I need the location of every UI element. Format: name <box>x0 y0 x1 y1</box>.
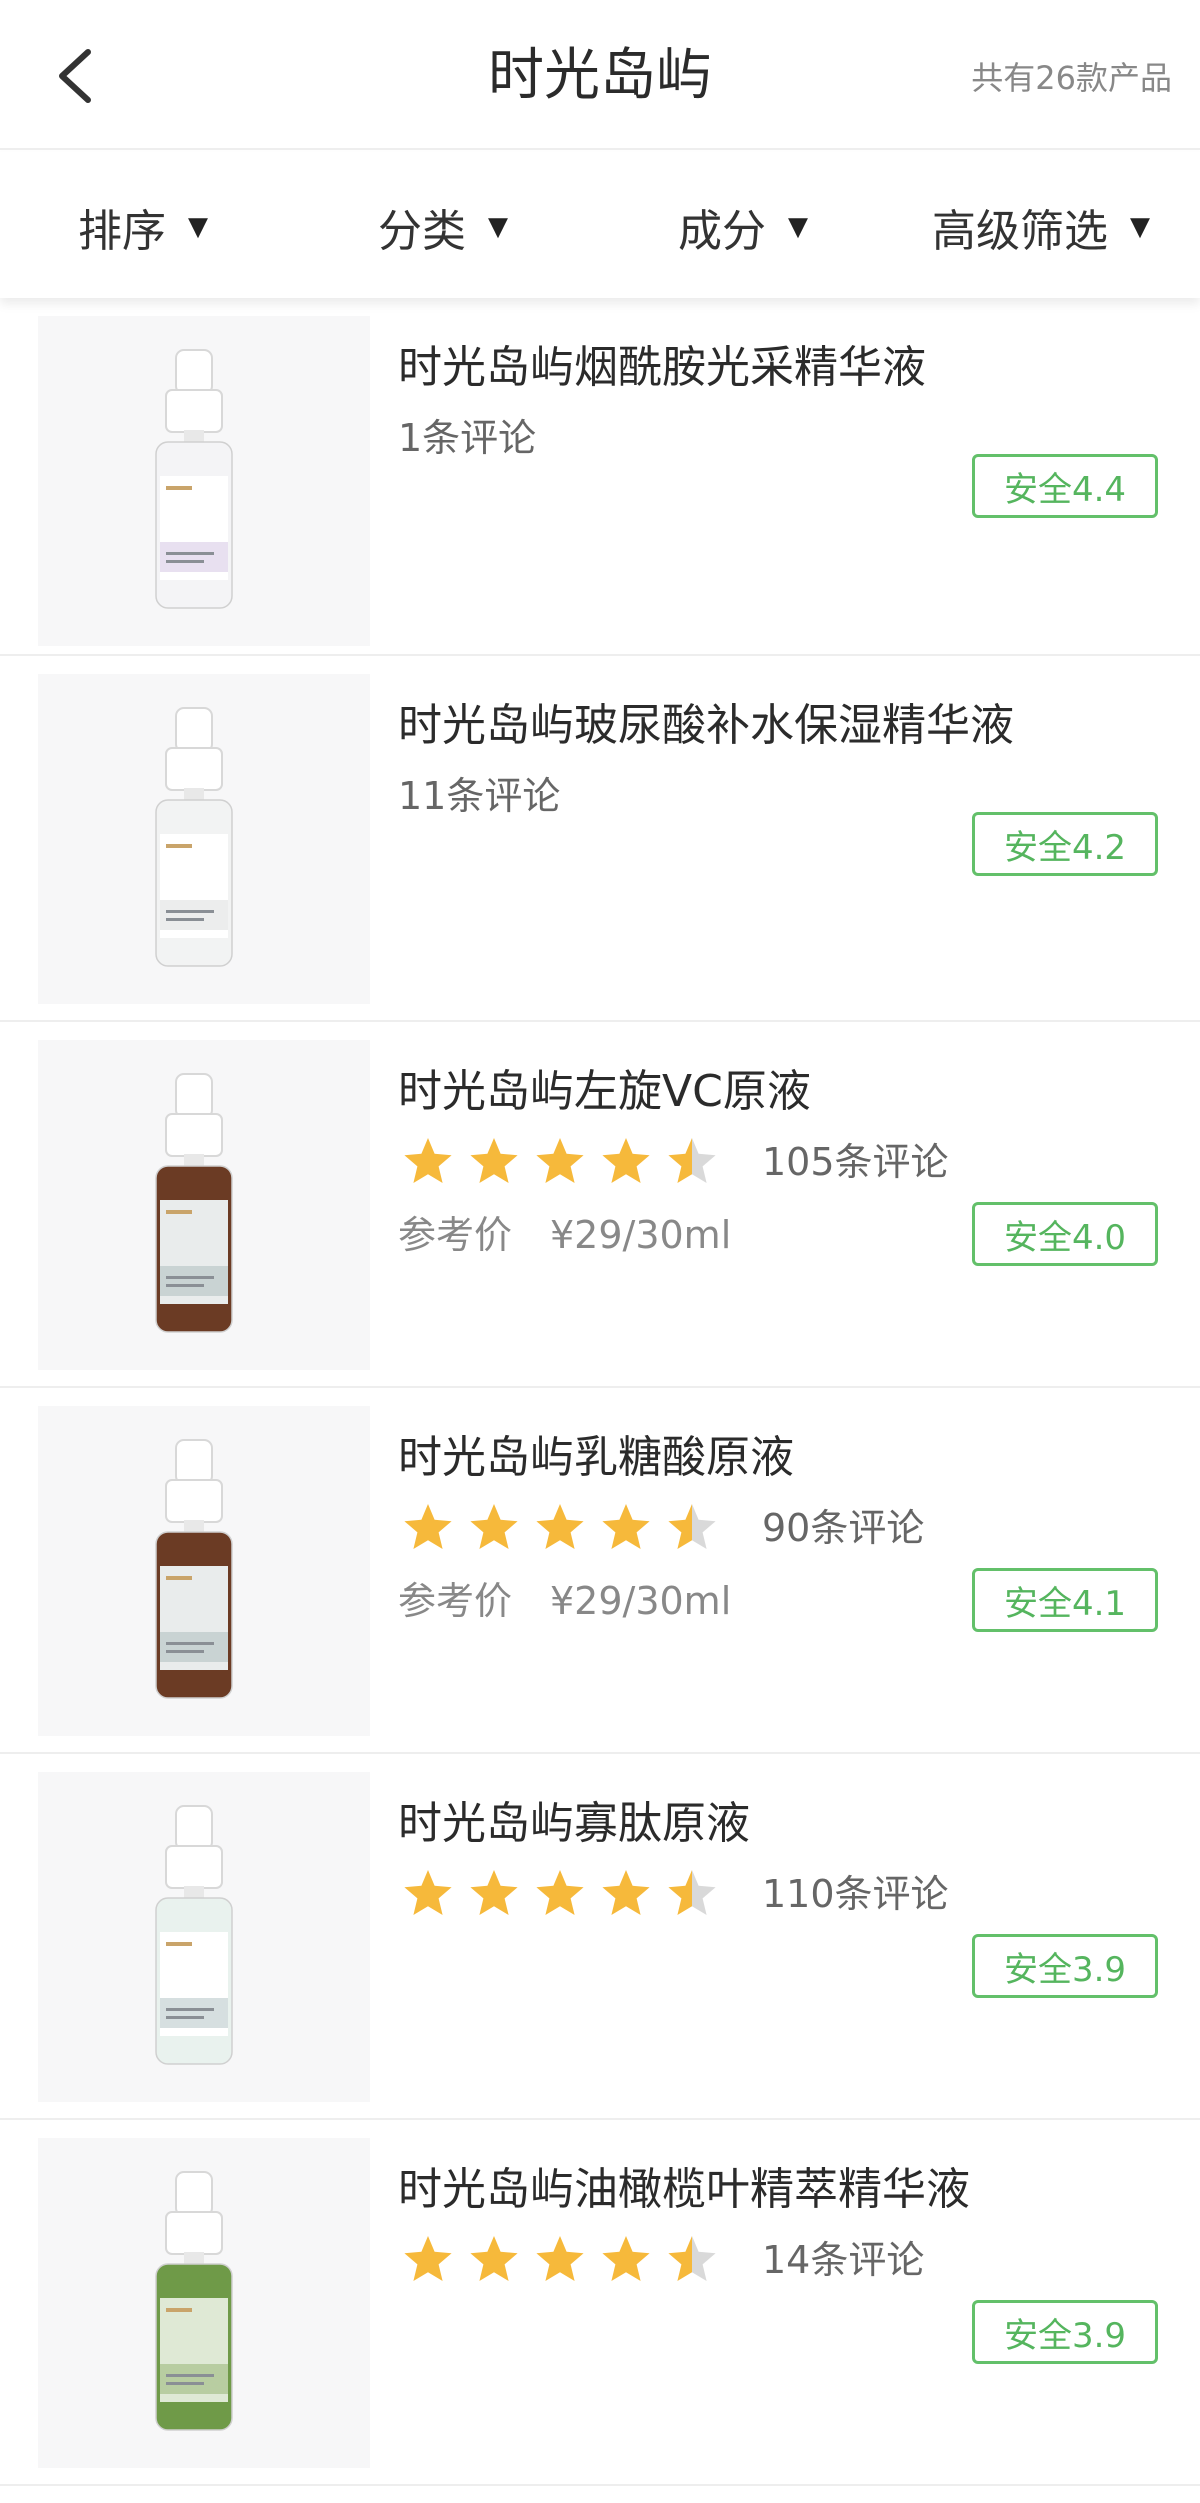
product-item[interactable]: 时光岛屿油橄榄叶精萃精华液 14条评论安全3.9 <box>0 2120 1200 2486</box>
safety-badge: 安全3.9 <box>972 1934 1158 1998</box>
filter-advanced[interactable]: 高级筛选 ▼ <box>932 192 1150 262</box>
review-count: 105条评论 <box>762 1140 949 1184</box>
star-icon <box>536 2236 584 2281</box>
review-count: 14条评论 <box>762 2238 925 2282</box>
star-icon <box>668 1138 716 1183</box>
caret-down-icon: ▼ <box>1130 212 1150 242</box>
star-icon <box>668 2236 716 2281</box>
star-icon <box>404 1870 452 1915</box>
safety-badge: 安全3.9 <box>972 2300 1158 2364</box>
product-image <box>38 1040 370 1370</box>
filter-label: 排序 <box>78 206 166 257</box>
product-item[interactable]: 时光岛屿玻尿酸补水保湿精华液 11条评论安全4.2 <box>0 656 1200 1022</box>
filter-label: 高级筛选 <box>932 206 1108 257</box>
filter-bar: 排序 ▼ 分类 ▼ 成分 ▼ 高级筛选 ▼ <box>0 152 1200 298</box>
star-icon <box>602 1870 650 1915</box>
star-icon <box>602 1138 650 1183</box>
product-name[interactable]: 时光岛屿乳糖酸原液 <box>398 1428 794 1488</box>
product-count: 共有26款产品 <box>971 59 1172 97</box>
product-image <box>38 1772 370 2102</box>
star-icon <box>602 1504 650 1549</box>
caret-down-icon: ▼ <box>788 212 808 242</box>
filter-label: 成分 <box>678 206 766 257</box>
review-count: 11条评论 <box>398 774 561 818</box>
caret-down-icon: ▼ <box>188 212 208 242</box>
product-name[interactable]: 时光岛屿玻尿酸补水保湿精华液 <box>398 696 1014 756</box>
product-item[interactable]: 时光岛屿乳糖酸原液 90条评论参考价 ¥29/30ml 安全4.1 <box>0 1388 1200 1754</box>
star-icon <box>470 1138 518 1183</box>
star-icon <box>470 1870 518 1915</box>
review-count: 90条评论 <box>762 1506 925 1550</box>
star-icon <box>668 1870 716 1915</box>
reference-price: ¥29/30ml <box>550 1213 732 1257</box>
star-icon <box>404 1138 452 1183</box>
filter-category[interactable]: 分类 ▼ <box>378 192 508 262</box>
star-icon <box>536 1504 584 1549</box>
product-name[interactable]: 时光岛屿油橄榄叶精萃精华液 <box>398 2160 970 2220</box>
caret-down-icon: ▼ <box>488 212 508 242</box>
filter-label: 分类 <box>378 206 466 257</box>
product-item[interactable]: 时光岛屿烟酰胺光采精华液 1条评论安全4.4 <box>0 298 1200 656</box>
star-icon <box>602 2236 650 2281</box>
product-name[interactable]: 时光岛屿寡肽原液 <box>398 1794 750 1854</box>
reference-price: ¥29/30ml <box>550 1579 732 1623</box>
product-image <box>38 316 370 646</box>
safety-badge: 安全4.2 <box>972 812 1158 876</box>
review-count: 1条评论 <box>398 416 537 460</box>
star-icon <box>470 1504 518 1549</box>
star-icon <box>404 2236 452 2281</box>
price-label: 参考价 <box>398 1579 513 1623</box>
app-header: 时光岛屿 共有26款产品 <box>0 0 1200 150</box>
filter-sort[interactable]: 排序 ▼ <box>78 192 208 262</box>
product-list: 时光岛屿烟酰胺光采精华液 1条评论安全4.4 时光岛屿玻尿酸补水保湿精华液 11条评论… <box>0 298 1200 2486</box>
star-icon <box>668 1504 716 1549</box>
rating-stars <box>400 2230 730 2290</box>
rating-stars <box>400 1498 730 1558</box>
safety-badge: 安全4.1 <box>972 1568 1158 1632</box>
star-icon <box>470 2236 518 2281</box>
rating-stars <box>400 1132 730 1192</box>
price-label: 参考价 <box>398 1213 513 1257</box>
product-image <box>38 2138 370 2468</box>
product-name[interactable]: 时光岛屿左旋VC原液 <box>398 1062 811 1122</box>
product-item[interactable]: 时光岛屿左旋VC原液 105条评论参考价 ¥29/30ml 安全4.0 <box>0 1022 1200 1388</box>
product-image <box>38 1406 370 1736</box>
product-name[interactable]: 时光岛屿烟酰胺光采精华液 <box>398 338 926 398</box>
filter-ingredient[interactable]: 成分 ▼ <box>678 192 808 262</box>
review-count: 110条评论 <box>762 1872 949 1916</box>
star-icon <box>404 1504 452 1549</box>
safety-badge: 安全4.0 <box>972 1202 1158 1266</box>
product-image <box>38 674 370 1004</box>
rating-stars <box>400 1864 730 1924</box>
star-icon <box>536 1138 584 1183</box>
star-icon <box>536 1870 584 1915</box>
safety-badge: 安全4.4 <box>972 454 1158 518</box>
product-item[interactable]: 时光岛屿寡肽原液 110条评论 安全3.9 <box>0 1754 1200 2120</box>
